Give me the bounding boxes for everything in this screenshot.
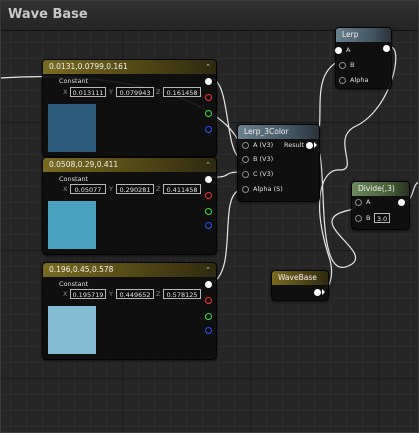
output-pin[interactable]: [398, 199, 405, 206]
wire: [315, 143, 357, 268]
color-preview-swatch: [48, 104, 96, 152]
input-pin-b[interactable]: [242, 156, 249, 163]
collapse-chevron-icon[interactable]: ⌃: [205, 263, 211, 277]
output-arrow-icon: [322, 289, 325, 295]
node-header[interactable]: Divide(,3): [352, 182, 409, 196]
output-pin-rgb[interactable]: [205, 176, 212, 183]
lerp-node[interactable]: Lerp A B Alpha: [335, 27, 392, 89]
lerp-3color-node[interactable]: Lerp_3Color A (V3) B (V3) C (V3) Alpha (…: [237, 124, 320, 202]
output-arrow-icon: [314, 142, 317, 148]
constant-node[interactable]: 0.0508,0.29,0.411 ⌃ Constant X 0.05077 Y…: [42, 157, 217, 255]
z-axis-label: Z: [156, 290, 161, 298]
b-value-field[interactable]: 3.0: [374, 213, 390, 223]
output-pin-g[interactable]: [205, 110, 212, 117]
z-value-field[interactable]: 0.578125: [163, 289, 201, 299]
x-value-field[interactable]: 0.05077: [70, 184, 106, 194]
node-title: Lerp_3Color: [244, 127, 289, 136]
input-label-alpha: Alpha (S): [253, 185, 283, 193]
y-value-field[interactable]: 0.449652: [116, 289, 154, 299]
z-axis-label: Z: [156, 185, 161, 193]
y-value-field[interactable]: 0.290281: [116, 184, 154, 194]
input-pin-alpha[interactable]: [339, 77, 346, 84]
output-pin[interactable]: [383, 45, 390, 52]
output-pin-b[interactable]: [205, 327, 212, 334]
divide-node[interactable]: Divide(,3) A B 3.0: [351, 181, 410, 230]
z-value-field[interactable]: 0.161458: [163, 87, 201, 97]
input-pin-a[interactable]: [242, 142, 249, 149]
node-header[interactable]: 0.0508,0.29,0.411 ⌃: [43, 158, 216, 172]
node-title: WaveBase: [278, 273, 317, 282]
output-label: Constant: [59, 77, 89, 85]
output-label: Constant: [59, 175, 89, 183]
x-axis-label: X: [63, 185, 68, 193]
output-pin-r[interactable]: [205, 192, 212, 199]
input-pin-a[interactable]: [335, 47, 342, 54]
y-axis-label: Y: [109, 88, 113, 96]
node-title: 0.196,0.45,0.578: [49, 265, 114, 274]
node-header[interactable]: Lerp: [336, 28, 391, 42]
input-label-a: A: [366, 198, 371, 206]
output-pin-r[interactable]: [205, 297, 212, 304]
x-value-field[interactable]: 0.195719: [70, 289, 106, 299]
input-label-a: A: [346, 46, 351, 54]
input-pin-a[interactable]: [355, 199, 362, 206]
y-axis-label: Y: [109, 185, 113, 193]
x-value-field[interactable]: 0.013111: [70, 87, 106, 97]
node-title: Divide(,3): [358, 184, 395, 193]
node-header[interactable]: 0.196,0.45,0.578 ⌃: [43, 263, 216, 277]
output-pin-result[interactable]: [306, 142, 313, 149]
y-value-field[interactable]: 0.079943: [116, 87, 154, 97]
input-label-a: A (V3): [253, 141, 274, 149]
x-axis-label: X: [63, 290, 68, 298]
output-pin-rgb[interactable]: [205, 281, 212, 288]
node-header[interactable]: 0.0131,0.0799,0.161 ⌃: [43, 60, 216, 74]
output-pin[interactable]: [314, 289, 321, 296]
color-preview-swatch: [48, 201, 96, 249]
output-label-result: Result: [284, 141, 305, 149]
input-label-c: C (V3): [253, 170, 274, 178]
editor-title: Wave Base: [8, 7, 88, 22]
material-graph-canvas[interactable]: Wave Base 0.0131,0.0799,0.161 ⌃ Constant…: [0, 0, 419, 433]
node-title: 0.0508,0.29,0.411: [49, 160, 119, 169]
y-axis-label: Y: [109, 290, 113, 298]
node-header[interactable]: WaveBase: [272, 271, 328, 285]
z-value-field[interactable]: 0.411458: [163, 184, 201, 194]
constant-node[interactable]: 0.0131,0.0799,0.161 ⌃ Constant X 0.01311…: [42, 59, 217, 157]
input-label-b: B: [350, 61, 355, 69]
input-label-alpha: Alpha: [350, 76, 369, 84]
output-label: Constant: [59, 280, 89, 288]
constant-node[interactable]: 0.196,0.45,0.578 ⌃ Constant X 0.195719 Y…: [42, 262, 217, 360]
color-preview-swatch: [48, 306, 96, 354]
output-pin-r[interactable]: [205, 94, 212, 101]
node-header[interactable]: Lerp_3Color: [238, 125, 319, 139]
input-label-b: B (V3): [253, 155, 274, 163]
output-pin-b[interactable]: [205, 222, 212, 229]
node-title: Lerp: [342, 30, 359, 39]
wavebase-node[interactable]: WaveBase: [271, 270, 329, 301]
output-pin-g[interactable]: [205, 208, 212, 215]
output-pin-b[interactable]: [205, 126, 212, 133]
output-pin-g[interactable]: [205, 313, 212, 320]
node-title: 0.0131,0.0799,0.161: [49, 62, 128, 71]
collapse-chevron-icon[interactable]: ⌃: [205, 60, 211, 74]
collapse-chevron-icon[interactable]: ⌃: [205, 158, 211, 172]
input-pin-c[interactable]: [242, 171, 249, 178]
input-label-b: B: [366, 214, 371, 222]
input-pin-b[interactable]: [355, 215, 362, 222]
input-pin-b[interactable]: [339, 62, 346, 69]
output-pin-rgb[interactable]: [205, 78, 212, 85]
input-pin-alpha[interactable]: [242, 186, 249, 193]
z-axis-label: Z: [156, 88, 161, 96]
x-axis-label: X: [63, 88, 68, 96]
